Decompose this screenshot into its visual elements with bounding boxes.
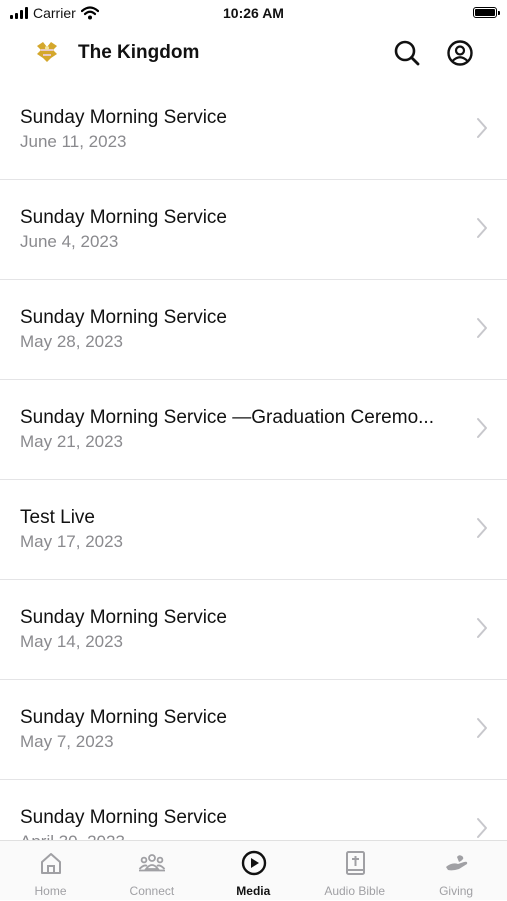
item-date: June 11, 2023 <box>20 132 127 151</box>
tab-home[interactable]: Home <box>0 841 101 901</box>
item-title: Test Live <box>20 507 95 528</box>
item-date: April 30, 2023 <box>20 832 125 840</box>
item-title: Sunday Morning Service <box>20 307 227 328</box>
item-date: May 28, 2023 <box>20 332 124 351</box>
item-title: Sunday Morning Service <box>20 107 227 128</box>
chevron-right-icon <box>477 518 487 538</box>
home-icon <box>41 853 61 874</box>
battery-icon <box>473 7 500 18</box>
list-item[interactable]: Sunday Morning Service May 7, 2023 <box>0 680 507 780</box>
list-item[interactable]: Sunday Morning Service May 28, 2023 <box>0 280 507 380</box>
chevron-right-icon <box>477 718 487 738</box>
chevron-right-icon <box>477 818 487 838</box>
chevron-right-icon <box>477 318 487 338</box>
status-time: 10:26 AM <box>223 5 284 21</box>
item-title: Sunday Morning Service <box>20 807 227 828</box>
giving-hand-icon <box>445 855 467 871</box>
tab-label: Connect <box>129 884 175 898</box>
play-circle-icon <box>241 850 266 876</box>
chevron-right-icon <box>477 218 487 238</box>
chevron-right-icon <box>477 618 487 638</box>
status-bar: Carrier 10:26 AM <box>0 0 507 28</box>
item-title: Sunday Morning Service <box>20 707 227 728</box>
tab-label: Audio Bible <box>324 884 386 898</box>
tab-label: Giving <box>439 884 474 898</box>
profile-icon[interactable] <box>445 38 475 68</box>
item-title: Sunday Morning Service <box>20 207 227 228</box>
people-icon <box>139 854 166 872</box>
search-icon[interactable] <box>392 38 422 68</box>
list-item[interactable]: Sunday Morning Service April 30, 2023 <box>0 780 507 840</box>
item-date: May 14, 2023 <box>20 632 124 651</box>
bible-icon <box>346 851 366 875</box>
item-title: Sunday Morning Service —Graduation Cerem… <box>20 407 434 428</box>
item-title: Sunday Morning Service <box>20 607 227 628</box>
tab-label: Home <box>34 884 67 898</box>
media-list: Sunday Morning Service June 11, 2023 Sunda… <box>0 80 507 840</box>
tab-label: Media <box>236 884 271 898</box>
tab-audio-bible[interactable]: Audio Bible <box>304 841 405 901</box>
chevron-right-icon <box>477 418 487 438</box>
list-item[interactable]: Sunday Morning Service June 11, 2023 <box>0 80 507 180</box>
tab-connect[interactable]: Connect <box>101 841 202 901</box>
app-title: The Kingdom <box>78 42 200 63</box>
item-date: May 7, 2023 <box>20 732 114 751</box>
logo-icon <box>37 42 57 62</box>
list-item[interactable]: Sunday Morning Service June 4, 2023 <box>0 180 507 280</box>
nav-bar: The Kingdom <box>0 28 507 80</box>
tab-giving[interactable]: Giving <box>406 841 507 901</box>
item-date: May 21, 2023 <box>20 432 124 451</box>
list-item[interactable]: Test Live May 17, 2023 <box>0 480 507 580</box>
item-date: June 4, 2023 <box>20 232 119 251</box>
chevron-right-icon <box>477 118 487 138</box>
item-date: May 17, 2023 <box>20 532 124 551</box>
list-item[interactable]: Sunday Morning Service —Graduation Cerem… <box>0 380 507 480</box>
list-item[interactable]: Sunday Morning Service May 14, 2023 <box>0 580 507 680</box>
tab-media[interactable]: Media <box>203 841 304 901</box>
tab-bar: Home Connect Media Audio Bible Giving <box>0 840 507 900</box>
